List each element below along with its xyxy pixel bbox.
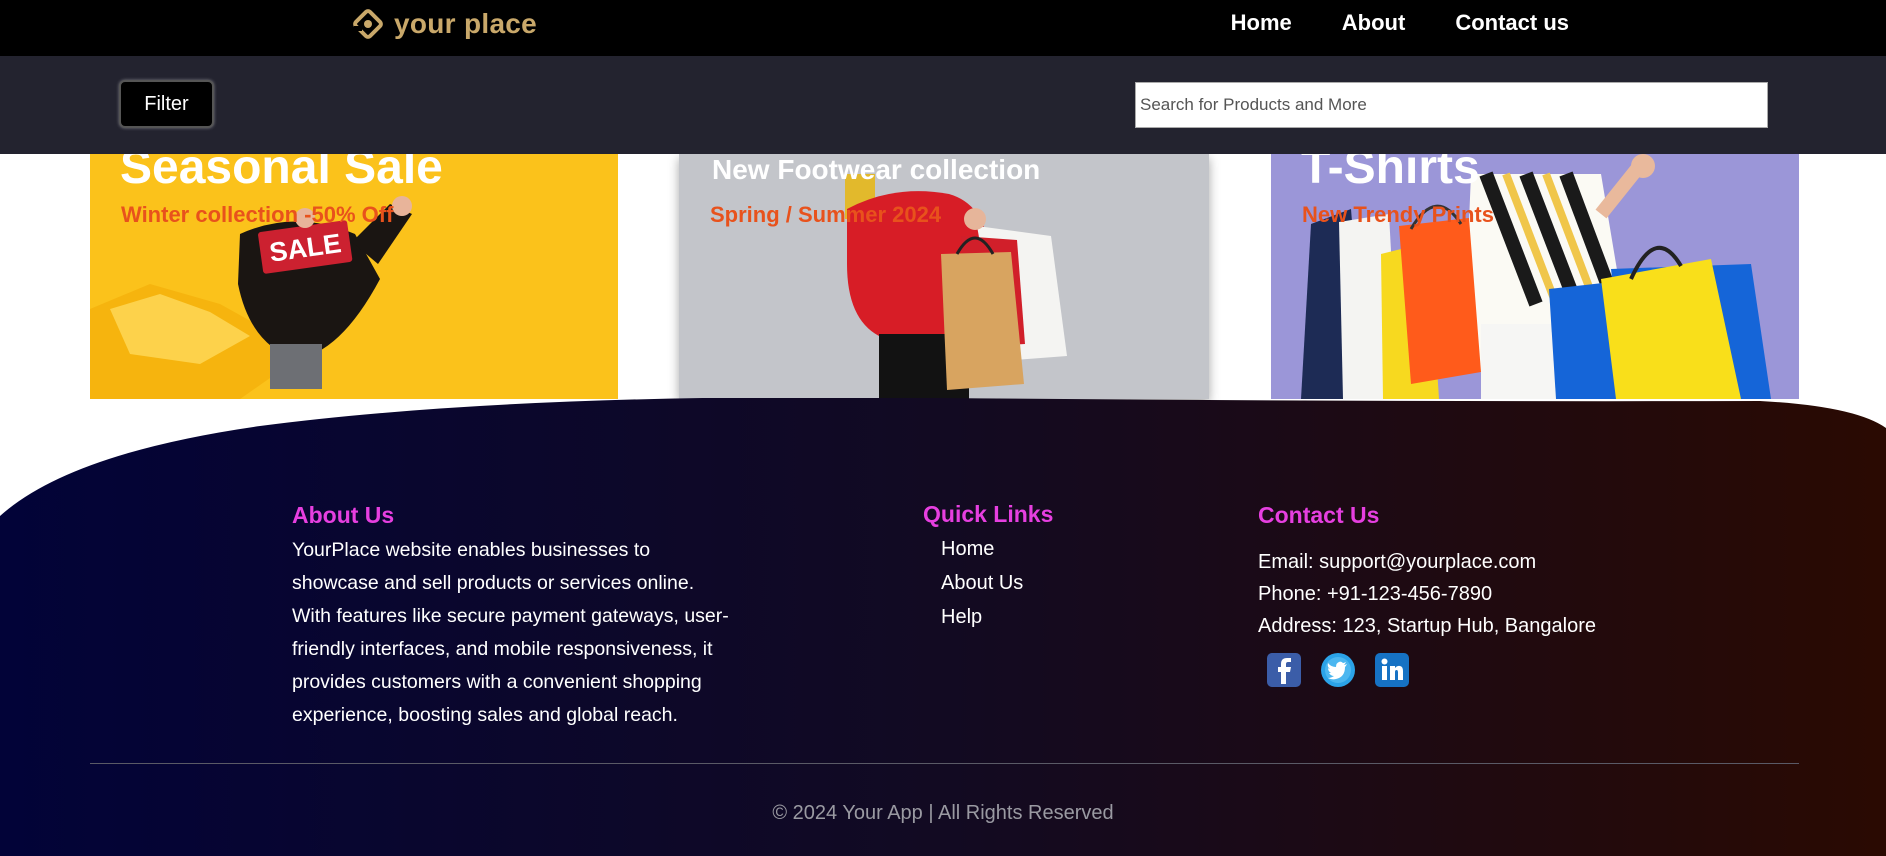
nav-about[interactable]: About (1342, 10, 1406, 36)
facebook-icon[interactable] (1266, 652, 1302, 688)
contact-email: Email: support@yourplace.com (1258, 551, 1537, 573)
site-footer: About Us YourPlace website enables busin… (0, 398, 1886, 856)
twitter-icon[interactable] (1320, 652, 1356, 688)
banner-subtitle: Winter collection -50% Off (121, 202, 394, 227)
main-nav: Home About Contact us (1231, 10, 1569, 36)
quick-links-list: Home About Us Help (941, 532, 1023, 634)
footer-divider (90, 763, 1799, 764)
copyright-text: © 2024 Your App | All Rights Reserved (772, 802, 1114, 824)
nav-contact[interactable]: Contact us (1455, 10, 1569, 36)
nav-home[interactable]: Home (1231, 10, 1292, 36)
banner-title: New Footwear collection (712, 154, 1041, 185)
brand-logo[interactable]: your place (350, 4, 537, 44)
linkedin-icon[interactable] (1374, 652, 1410, 688)
banner-tshirts[interactable]: T-Shirts New Trendy Prints (1271, 154, 1799, 399)
footer-link-home[interactable]: Home (941, 532, 1023, 566)
social-links (1266, 652, 1410, 688)
contact-address: Address: 123, Startup Hub, Bangalore (1258, 615, 1596, 637)
footwear-collection-image (679, 154, 1209, 399)
search-input[interactable] (1135, 82, 1768, 128)
footer-link-help[interactable]: Help (941, 600, 1023, 634)
banner-title: Seasonal Sale (120, 154, 443, 194)
banner-subtitle: New Trendy Prints (1302, 202, 1494, 227)
banner-title: T-Shirts (1301, 154, 1480, 194)
promo-banners: SALE Seasonal Sale Winter collection -50… (0, 154, 1886, 400)
contact-details: Email: support@yourplace.com Phone: +91-… (1258, 546, 1596, 642)
banner-subtitle: Spring / Summer 2024 (710, 202, 942, 227)
logo-diamond-icon (353, 9, 383, 39)
top-navbar: your place Home About Contact us (0, 0, 1886, 56)
banner-seasonal-sale[interactable]: SALE Seasonal Sale Winter collection -50… (90, 154, 618, 399)
brand-name: your place (394, 8, 538, 39)
about-text: YourPlace website enables businesses to … (292, 539, 729, 726)
filter-button[interactable]: Filter (119, 80, 214, 128)
banner-footwear[interactable]: New Footwear collection Spring / Summer … (679, 154, 1209, 399)
contact-phone: Phone: +91-123-456-7890 (1258, 583, 1493, 605)
about-heading: About Us (292, 502, 395, 528)
footer-link-about[interactable]: About Us (941, 566, 1023, 600)
contact-heading: Contact Us (1258, 502, 1380, 528)
filter-search-bar: Filter (0, 56, 1886, 154)
quick-links-heading: Quick Links (923, 501, 1054, 527)
